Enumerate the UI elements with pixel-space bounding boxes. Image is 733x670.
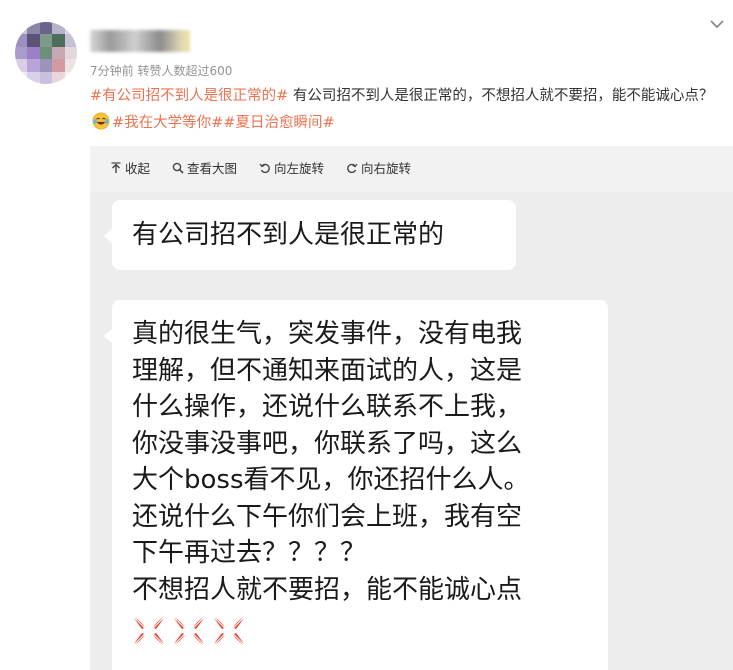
rotate-right-icon (347, 163, 358, 173)
chat-line: 不想招人就不要招，能不能诚心点 (132, 574, 523, 605)
chat-line: 还说什么下午你们会上班，我有空 (132, 501, 523, 532)
post-text: #有公司招不到人是很正常的# 有公司招不到人是很正常的，不想招人就不要招，能不能… (90, 83, 730, 137)
rotate-right-label: 向右旋转 (361, 161, 412, 176)
chevron-down-icon[interactable] (709, 16, 725, 32)
magnifier-icon (172, 162, 184, 174)
avatar[interactable] (15, 22, 77, 84)
anger-icon (174, 617, 204, 645)
rotate-right-button[interactable]: 向右旋转 (346, 158, 411, 177)
chat-bubble: 有公司招不到人是很正常的 (104, 200, 516, 270)
hashtag-link[interactable]: #我在大学等你# (112, 115, 223, 131)
collapse-button[interactable]: 收起 (110, 158, 150, 177)
rotate-left-button[interactable]: 向左旋转 (259, 158, 324, 177)
post-meta: 7分钟前 转赞人数超过600 (90, 64, 233, 78)
chat-line: 理解，但不通知来面试的人，这是 (132, 355, 523, 386)
anger-emoji-row (132, 614, 594, 648)
chat-line: 你没事没事吧，你联系了吗，这么 (132, 428, 523, 459)
post-body-text: 有公司招不到人是很正常的，不想招人就不要招，能不能诚心点？ (288, 88, 714, 104)
rotate-left-label: 向左旋转 (274, 161, 325, 176)
chat-line: 真的很生气，突发事件，没有电我 (132, 319, 523, 349)
chat-bubble-text: 有公司招不到人是很正常的 (132, 220, 445, 250)
view-large-button[interactable]: 查看大图 (172, 158, 237, 177)
anger-icon (134, 617, 164, 645)
view-large-label: 查看大图 (187, 161, 238, 176)
rotate-left-icon (259, 163, 270, 173)
hashtag-link[interactable]: #有公司招不到人是很正常的# (90, 88, 288, 104)
username-blurred[interactable] (90, 30, 190, 52)
anger-icon (214, 617, 244, 645)
chat-line: 什么操作，还说什么联系不上我， (132, 392, 523, 422)
collapse-label: 收起 (125, 161, 151, 176)
chat-bubble: 真的很生气，突发事件，没有电我 理解，但不通知来面试的人，这是 什么操作，还说什… (104, 300, 608, 670)
hashtag-link[interactable]: #夏日治愈瞬间# (223, 115, 334, 131)
weibo-post: 7分钟前 转赞人数超过600 #有公司招不到人是很正常的# 有公司招不到人是很正… (0, 0, 733, 670)
laughing-tears-emoji-icon (92, 112, 110, 130)
collapse-up-icon (111, 161, 121, 173)
chat-line: 大个boss看不见，你还招什么人。 (132, 465, 530, 495)
image-toolbar: 收起 查看大图 向左旋转 向右旋转 (110, 158, 411, 177)
chat-line: 下午再过去？？？？ (132, 538, 367, 568)
